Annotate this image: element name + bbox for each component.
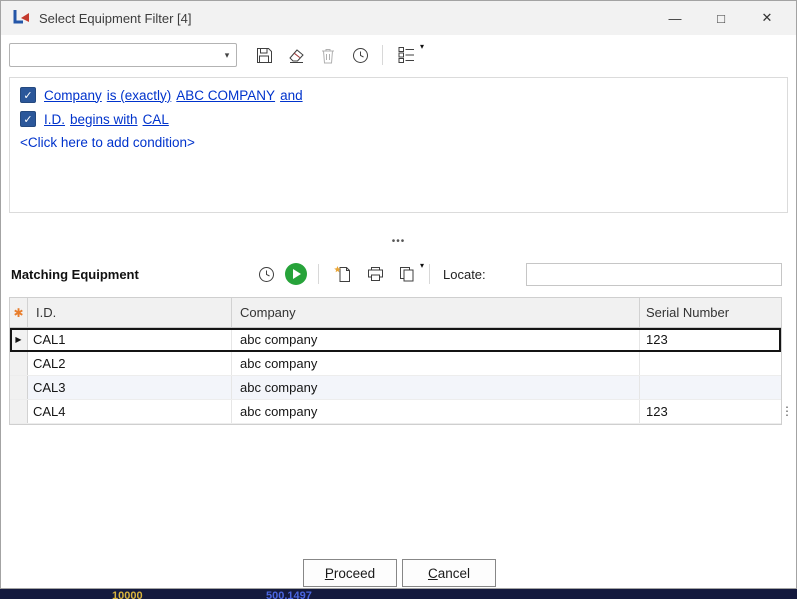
history-button[interactable] bbox=[251, 261, 281, 287]
row-selector[interactable] bbox=[10, 352, 28, 375]
condition-operator-link[interactable]: begins with bbox=[70, 112, 138, 127]
new-document-icon bbox=[334, 265, 353, 284]
condition-value-link[interactable]: CAL bbox=[143, 112, 169, 127]
grid-header-row: ✱ I.D. Company Serial Number bbox=[10, 298, 781, 328]
table-row[interactable]: ▶ CAL1 abc company 123 bbox=[10, 328, 781, 352]
close-button[interactable]: ✕ bbox=[744, 1, 790, 35]
play-icon bbox=[293, 269, 301, 279]
dropdown-arrow-icon: ▾ bbox=[420, 261, 424, 270]
locate-label: Locate: bbox=[443, 267, 486, 282]
row-selector[interactable]: ▶ bbox=[10, 328, 28, 351]
cell-company[interactable]: abc company bbox=[232, 400, 640, 423]
vertical-splitter-handle[interactable]: ⋮ bbox=[781, 405, 793, 417]
clock-icon bbox=[257, 265, 276, 284]
grid-selector-header[interactable]: ✱ bbox=[10, 298, 28, 327]
toolbar-separator bbox=[318, 264, 319, 284]
cell-id[interactable]: CAL3 bbox=[28, 376, 232, 399]
toolbar-separator bbox=[429, 264, 430, 284]
filter-history-button[interactable] bbox=[345, 42, 375, 68]
title-bar: Select Equipment Filter [4] — □ ✕ bbox=[1, 1, 796, 35]
condition-checkbox[interactable]: ✓ bbox=[20, 111, 36, 127]
cell-id[interactable]: CAL2 bbox=[28, 352, 232, 375]
table-row[interactable]: CAL3 abc company bbox=[10, 376, 781, 400]
proceed-button[interactable]: Proceed bbox=[303, 559, 397, 587]
condition-value-link[interactable]: ABC COMPANY bbox=[176, 88, 275, 103]
cell-serial[interactable] bbox=[640, 352, 781, 375]
field-chooser-button[interactable]: ▾ bbox=[392, 42, 422, 68]
delete-filter-button[interactable] bbox=[313, 42, 343, 68]
column-header-id[interactable]: I.D. bbox=[28, 298, 232, 327]
combo-dropdown-icon[interactable]: ▾ bbox=[218, 50, 236, 61]
background-app-strip: 10000 500.1497 bbox=[0, 589, 797, 599]
locate-input[interactable] bbox=[526, 263, 782, 286]
cell-id[interactable]: CAL4 bbox=[28, 400, 232, 423]
clear-filter-button[interactable] bbox=[281, 42, 311, 68]
maximize-button[interactable]: □ bbox=[698, 1, 744, 35]
horizontal-splitter-handle[interactable]: ••• bbox=[1, 237, 796, 247]
row-selector[interactable] bbox=[10, 400, 28, 423]
save-icon bbox=[255, 46, 274, 65]
condition-field-link[interactable]: I.D. bbox=[44, 112, 65, 127]
screen: Select Equipment Filter [4] — □ ✕ ▾ bbox=[0, 0, 797, 599]
cell-serial[interactable]: 123 bbox=[640, 400, 781, 423]
print-button[interactable] bbox=[360, 261, 390, 287]
window-title: Select Equipment Filter [4] bbox=[39, 11, 652, 26]
table-row[interactable]: CAL4 abc company 123 bbox=[10, 400, 781, 424]
condition-conjunction-link[interactable]: and bbox=[280, 88, 303, 103]
cell-company[interactable]: abc company bbox=[232, 352, 640, 375]
cancel-label: ancel bbox=[438, 566, 470, 581]
filter-toolbar: ▾ bbox=[1, 39, 796, 71]
cancel-accesskey: C bbox=[428, 566, 438, 581]
condition-field-link[interactable]: Company bbox=[44, 88, 102, 103]
current-row-pointer-icon: ▶ bbox=[15, 335, 21, 344]
app-logo-icon bbox=[11, 8, 31, 28]
saved-filter-combobox[interactable]: ▾ bbox=[9, 43, 237, 67]
toolbar-separator bbox=[382, 45, 383, 65]
cell-company[interactable]: abc company bbox=[232, 328, 640, 351]
table-row[interactable]: CAL2 abc company bbox=[10, 352, 781, 376]
save-filter-button[interactable] bbox=[249, 42, 279, 68]
cell-id[interactable]: CAL1 bbox=[28, 328, 232, 351]
cell-company[interactable]: abc company bbox=[232, 376, 640, 399]
printer-icon bbox=[366, 265, 385, 283]
clock-icon bbox=[351, 46, 370, 65]
window-controls: — □ ✕ bbox=[652, 1, 790, 35]
field-list-icon bbox=[397, 46, 417, 64]
matching-equipment-grid: ✱ I.D. Company Serial Number ▶ CAL1 abc … bbox=[9, 297, 782, 425]
background-text-fragment: 10000 bbox=[112, 590, 143, 599]
copy-export-button[interactable]: ▾ bbox=[392, 261, 422, 287]
saved-filter-input[interactable] bbox=[10, 45, 218, 65]
background-text-fragment: 500.1497 bbox=[266, 590, 312, 599]
check-icon: ✓ bbox=[23, 89, 32, 102]
proceed-accesskey: P bbox=[325, 566, 334, 581]
filter-condition-row: ✓ Company is (exactly) ABC COMPANY and bbox=[20, 87, 777, 103]
trash-icon bbox=[319, 46, 337, 65]
row-selector[interactable] bbox=[10, 376, 28, 399]
minimize-button[interactable]: — bbox=[652, 1, 698, 35]
column-header-company[interactable]: Company bbox=[232, 298, 640, 327]
condition-operator-link[interactable]: is (exactly) bbox=[107, 88, 172, 103]
dialog-window: Select Equipment Filter [4] — □ ✕ ▾ bbox=[0, 0, 797, 589]
dropdown-arrow-icon: ▾ bbox=[420, 42, 424, 51]
cell-serial[interactable] bbox=[640, 376, 781, 399]
run-query-button[interactable] bbox=[285, 263, 307, 285]
cancel-button[interactable]: Cancel bbox=[402, 559, 496, 587]
new-document-button[interactable] bbox=[328, 261, 358, 287]
proceed-label: roceed bbox=[334, 566, 375, 581]
section-title: Matching Equipment bbox=[11, 267, 249, 282]
check-icon: ✓ bbox=[23, 113, 32, 126]
add-condition-link[interactable]: <Click here to add condition> bbox=[20, 135, 777, 150]
condition-checkbox[interactable]: ✓ bbox=[20, 87, 36, 103]
copy-icon bbox=[398, 265, 416, 283]
results-toolbar: Matching Equipment bbox=[1, 256, 796, 292]
new-row-indicator-icon: ✱ bbox=[13, 306, 23, 320]
cell-serial[interactable]: 123 bbox=[640, 328, 781, 351]
eraser-icon bbox=[287, 46, 306, 65]
column-header-serial[interactable]: Serial Number bbox=[640, 298, 781, 327]
filter-conditions-panel: ✓ Company is (exactly) ABC COMPANY and ✓… bbox=[9, 77, 788, 213]
filter-condition-row: ✓ I.D. begins with CAL bbox=[20, 111, 777, 127]
